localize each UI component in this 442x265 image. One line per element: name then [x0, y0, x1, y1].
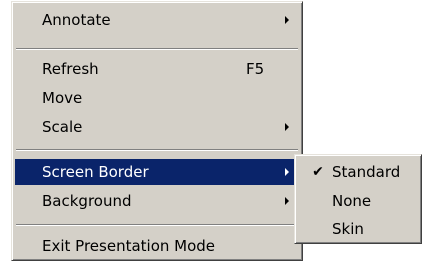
submenu-arrow-icon [285, 16, 289, 24]
submenu-arrow-icon [285, 168, 289, 176]
context-menu: Annotate Refresh F5 Move Scale Screen Bo… [11, 1, 303, 261]
submenu-item-label: Standard [332, 163, 401, 181]
menu-item-screen-border[interactable]: Screen Border [15, 159, 299, 185]
menu-item-scale[interactable]: Scale [15, 114, 299, 140]
submenu-item-standard[interactable]: ✔ Standard [298, 158, 418, 186]
menu-item-label: Refresh [42, 60, 99, 78]
submenu-arrow-icon [285, 123, 289, 131]
menu-item-label: Annotate [42, 11, 111, 29]
screen-border-submenu: ✔ Standard None Skin [294, 154, 422, 244]
menu-separator [16, 48, 298, 50]
submenu-item-label: Skin [332, 220, 364, 238]
menu-item-shortcut: F5 [246, 60, 265, 78]
menu-item-label: Screen Border [42, 163, 149, 181]
submenu-item-none[interactable]: None [298, 187, 418, 215]
menu-item-label: Move [42, 89, 83, 107]
menu-separator [16, 224, 298, 226]
menu-item-refresh[interactable]: Refresh F5 [15, 56, 299, 82]
menu-item-annotate[interactable]: Annotate [15, 7, 299, 33]
checkmark-icon: ✔ [312, 164, 324, 180]
menu-item-exit-presentation-mode[interactable]: Exit Presentation Mode [15, 233, 299, 259]
menu-item-label: Scale [42, 118, 83, 136]
menu-item-label: Background [42, 192, 132, 210]
stage: Annotate Refresh F5 Move Scale Screen Bo… [0, 0, 442, 265]
menu-item-background[interactable]: Background [15, 188, 299, 214]
menu-separator [16, 149, 298, 151]
submenu-item-label: None [332, 192, 372, 210]
submenu-item-skin[interactable]: Skin [298, 215, 418, 243]
submenu-arrow-icon [285, 197, 289, 205]
menu-item-move[interactable]: Move [15, 85, 299, 111]
menu-item-label: Exit Presentation Mode [42, 237, 216, 255]
